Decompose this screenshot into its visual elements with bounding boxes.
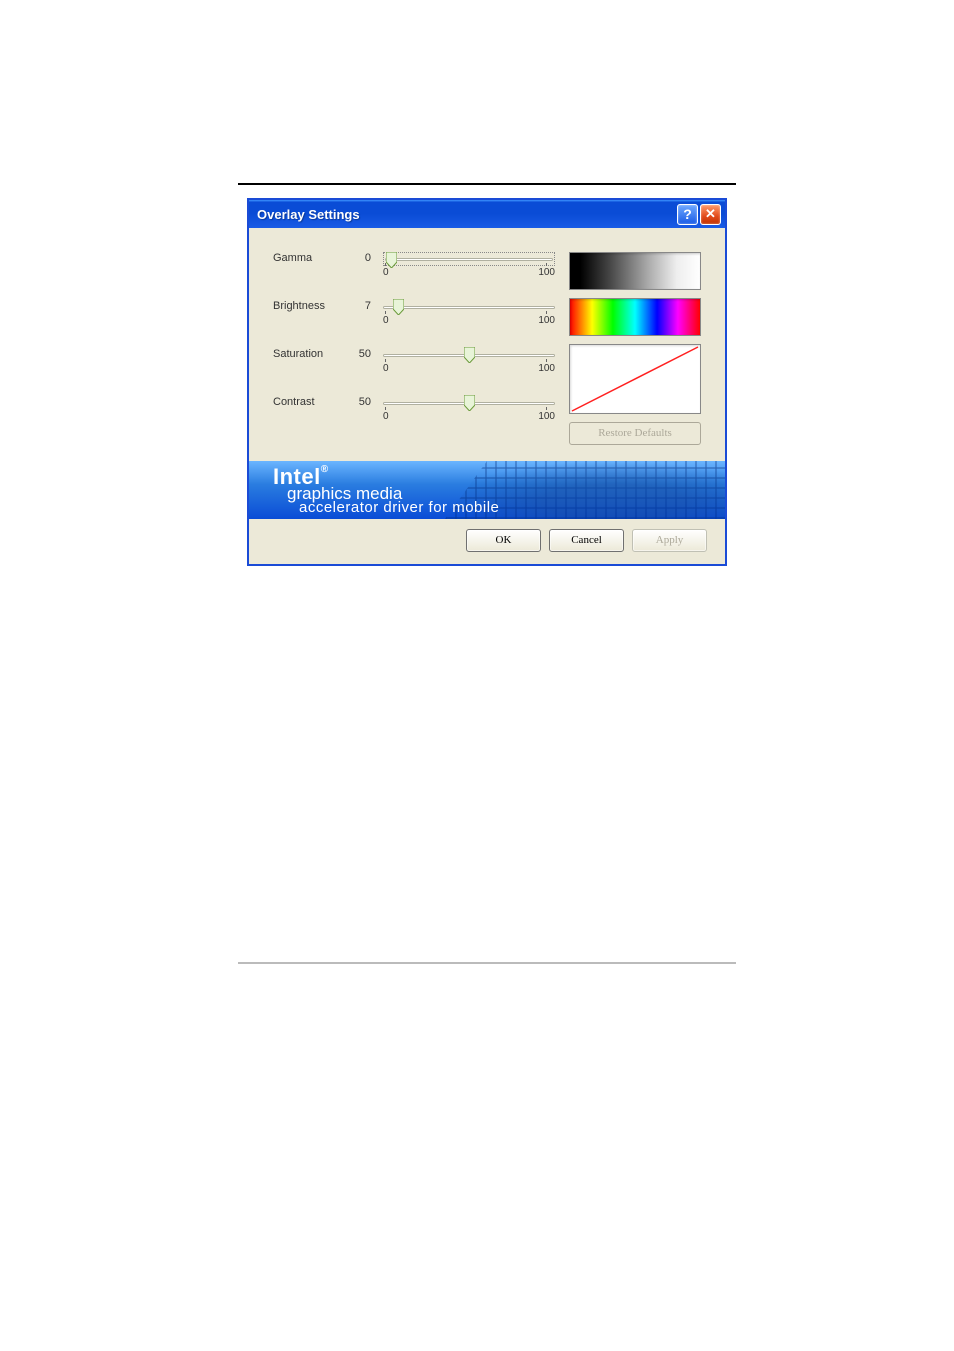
contrast-thumb[interactable] [464,395,475,411]
brightness-scale: 0 100 [383,315,555,326]
brightness-thumb[interactable] [393,299,404,315]
saturation-label: Saturation [273,348,353,360]
help-icon: ? [683,206,692,222]
dialog-button-row: OK Cancel Apply [249,519,725,564]
saturation-thumb[interactable] [464,347,475,363]
hue-preview [569,298,701,336]
dialog-content: Gamma 0 0 100 Brightness [249,228,725,461]
gamma-row: Gamma 0 0 100 [273,252,555,278]
saturation-max: 100 [538,363,555,374]
contrast-row: Contrast 50 0 100 [273,396,555,422]
brightness-track-line [383,306,555,309]
window-title: Overlay Settings [257,207,360,222]
banner-line3: accelerator driver for mobile [299,500,499,516]
gamma-curve-preview [569,344,701,414]
close-button[interactable]: ✕ [700,204,721,225]
gamma-scale: 0 100 [383,267,555,278]
restore-defaults-button: Restore Defaults [569,422,701,445]
contrast-max: 100 [538,411,555,422]
brightness-slider-wrap: 0 100 [383,300,555,326]
page-rule-top [238,183,736,185]
gamma-value: 0 [353,252,383,264]
titlebar[interactable]: Overlay Settings ? ✕ [249,200,725,228]
preview-column: Restore Defaults [569,252,707,445]
saturation-min: 0 [383,363,389,374]
brightness-min: 0 [383,315,389,326]
banner-text: Intel® graphics media accelerator driver… [273,465,499,516]
sliders-column: Gamma 0 0 100 Brightness [273,252,555,445]
brightness-label: Brightness [273,300,353,312]
apply-button: Apply [632,529,707,552]
page-rule-bottom [238,962,736,964]
saturation-slider[interactable] [383,348,555,362]
gamma-thumb[interactable] [386,252,397,268]
cancel-button[interactable]: Cancel [549,529,624,552]
saturation-slider-wrap: 0 100 [383,348,555,374]
brightness-row: Brightness 7 0 100 [273,300,555,326]
saturation-scale: 0 100 [383,363,555,374]
contrast-label: Contrast [273,396,353,408]
gamma-track-line [385,258,553,261]
contrast-slider[interactable] [383,396,555,410]
contrast-value: 50 [353,396,383,408]
saturation-value: 50 [353,348,383,360]
gamma-slider[interactable] [383,252,555,266]
gamma-min: 0 [383,267,389,278]
intel-banner: Intel® graphics media accelerator driver… [249,461,725,519]
window-controls: ? ✕ [677,204,721,225]
gamma-slider-wrap: 0 100 [383,252,555,278]
brightness-max: 100 [538,315,555,326]
close-icon: ✕ [705,206,716,222]
grayscale-preview [569,252,701,290]
saturation-row: Saturation 50 0 100 [273,348,555,374]
ok-button[interactable]: OK [466,529,541,552]
brightness-value: 7 [353,300,383,312]
help-button[interactable]: ? [677,204,698,225]
gamma-label: Gamma [273,252,353,264]
brightness-slider[interactable] [383,300,555,314]
contrast-min: 0 [383,411,389,422]
gamma-max: 100 [538,267,555,278]
contrast-scale: 0 100 [383,411,555,422]
overlay-settings-dialog: Overlay Settings ? ✕ Gamma 0 [247,198,727,566]
contrast-slider-wrap: 0 100 [383,396,555,422]
